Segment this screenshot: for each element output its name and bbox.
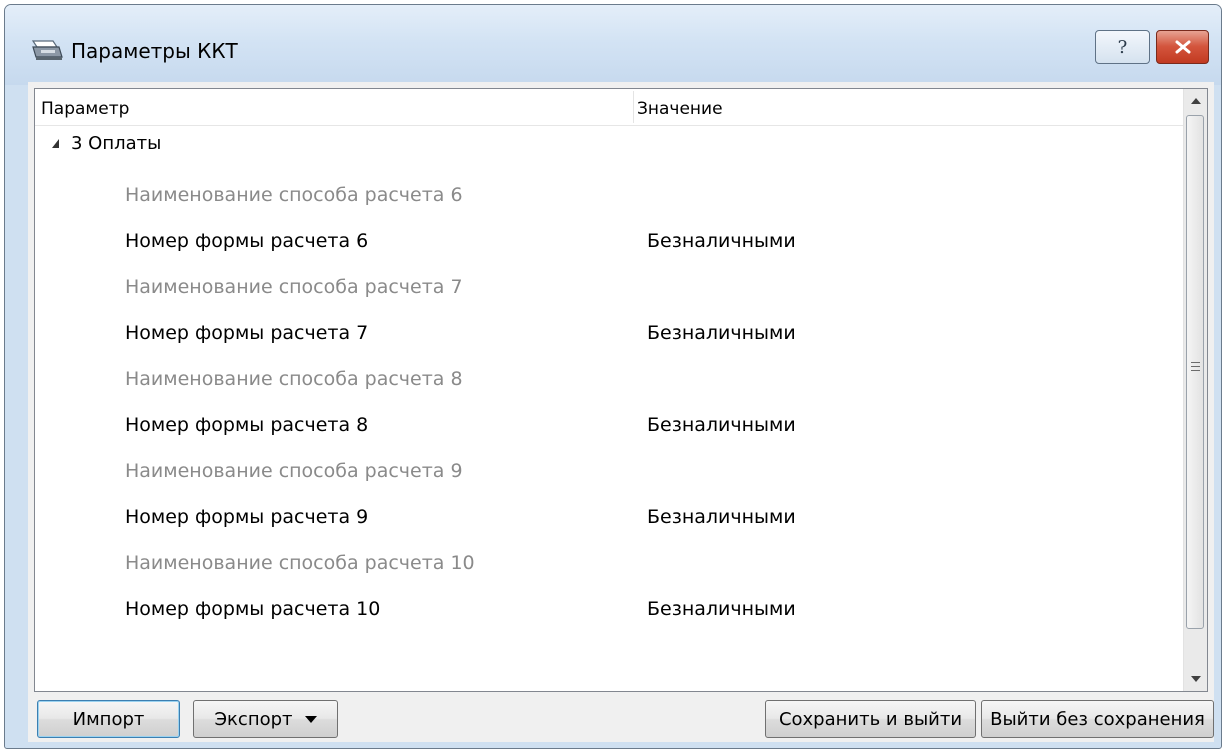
scroll-up-button[interactable]: [1184, 89, 1207, 113]
export-button-label: Экспорт: [214, 708, 293, 730]
save-and-exit-button[interactable]: Сохранить и выйти: [765, 700, 976, 738]
help-icon: ?: [1117, 36, 1128, 58]
param-name: Наименование способа расчета 9: [125, 460, 463, 482]
exit-without-saving-label: Выйти без сохранения: [990, 708, 1205, 730]
table-row[interactable]: Номер формы расчета 9 Безналичными: [35, 495, 1183, 541]
table-row[interactable]: Наименование способа расчета 8: [35, 357, 1183, 403]
table-row[interactable]: Наименование способа расчета 6: [35, 173, 1183, 219]
param-name: Наименование способа расчета 8: [125, 368, 463, 390]
group-row-payments[interactable]: 3 Оплаты: [35, 129, 1183, 165]
param-value[interactable]: Безналичными: [647, 414, 796, 436]
column-divider[interactable]: [633, 91, 634, 123]
table-row[interactable]: Наименование способа расчета 10: [35, 541, 1183, 587]
printer-icon: [31, 40, 63, 60]
close-button[interactable]: [1156, 30, 1209, 64]
column-header-parameter[interactable]: Параметр: [41, 99, 129, 119]
scroll-thumb[interactable]: [1186, 115, 1204, 629]
param-name: Наименование способа расчета 10: [125, 552, 475, 574]
param-value[interactable]: Безналичными: [647, 322, 796, 344]
param-value[interactable]: Безналичными: [647, 230, 796, 252]
import-button[interactable]: Импорт: [37, 700, 180, 738]
exit-without-saving-button[interactable]: Выйти без сохранения: [981, 700, 1214, 738]
vertical-scrollbar[interactable]: [1183, 89, 1207, 691]
table-row[interactable]: Наименование способа расчета 9: [35, 449, 1183, 495]
table-row[interactable]: Номер формы расчета 8 Безналичными: [35, 403, 1183, 449]
scroll-up-icon: [1190, 98, 1201, 104]
save-and-exit-label: Сохранить и выйти: [778, 708, 963, 730]
param-name: Номер формы расчета 8: [125, 414, 369, 436]
window-title: Параметры ККТ: [71, 39, 238, 63]
scroll-down-icon: [1190, 676, 1201, 682]
column-header-value[interactable]: Значение: [637, 99, 723, 119]
import-button-label: Импорт: [72, 708, 145, 730]
param-name: Номер формы расчета 9: [125, 506, 369, 528]
table-row[interactable]: Номер формы расчета 7 Безналичными: [35, 311, 1183, 357]
window: Параметры ККТ ? Параметр Значение 3 Опла…: [4, 4, 1222, 749]
param-value[interactable]: Безналичными: [647, 598, 796, 620]
scroll-down-button[interactable]: [1184, 667, 1207, 691]
export-button[interactable]: Экспорт: [193, 700, 338, 738]
grip-icon: [1191, 362, 1200, 374]
group-label: 3 Оплаты: [71, 133, 162, 154]
param-value[interactable]: Безналичными: [647, 506, 796, 528]
close-icon: [1175, 40, 1190, 54]
param-name: Наименование способа расчета 7: [125, 276, 463, 298]
param-name: Наименование способа расчета 6: [125, 184, 463, 206]
param-name: Номер формы расчета 6: [125, 230, 369, 252]
param-name: Номер формы расчета 10: [125, 598, 381, 620]
dropdown-arrow-icon: [304, 715, 317, 723]
parameters-grid[interactable]: Параметр Значение 3 Оплаты Наименование …: [34, 88, 1208, 692]
dialog-body: Параметр Значение 3 Оплаты Наименование …: [28, 82, 1214, 742]
table-row[interactable]: Наименование способа расчета 7: [35, 265, 1183, 311]
table-row[interactable]: Номер формы расчета 10 Безналичными: [35, 587, 1183, 633]
grid-header: Параметр Значение: [35, 89, 1183, 126]
table-row[interactable]: Номер формы расчета 6 Безналичными: [35, 219, 1183, 265]
expand-arrow-icon[interactable]: [52, 139, 59, 148]
help-button[interactable]: ?: [1095, 30, 1150, 64]
title-bar: Параметры ККТ ?: [5, 5, 1221, 85]
param-name: Номер формы расчета 7: [125, 322, 369, 344]
